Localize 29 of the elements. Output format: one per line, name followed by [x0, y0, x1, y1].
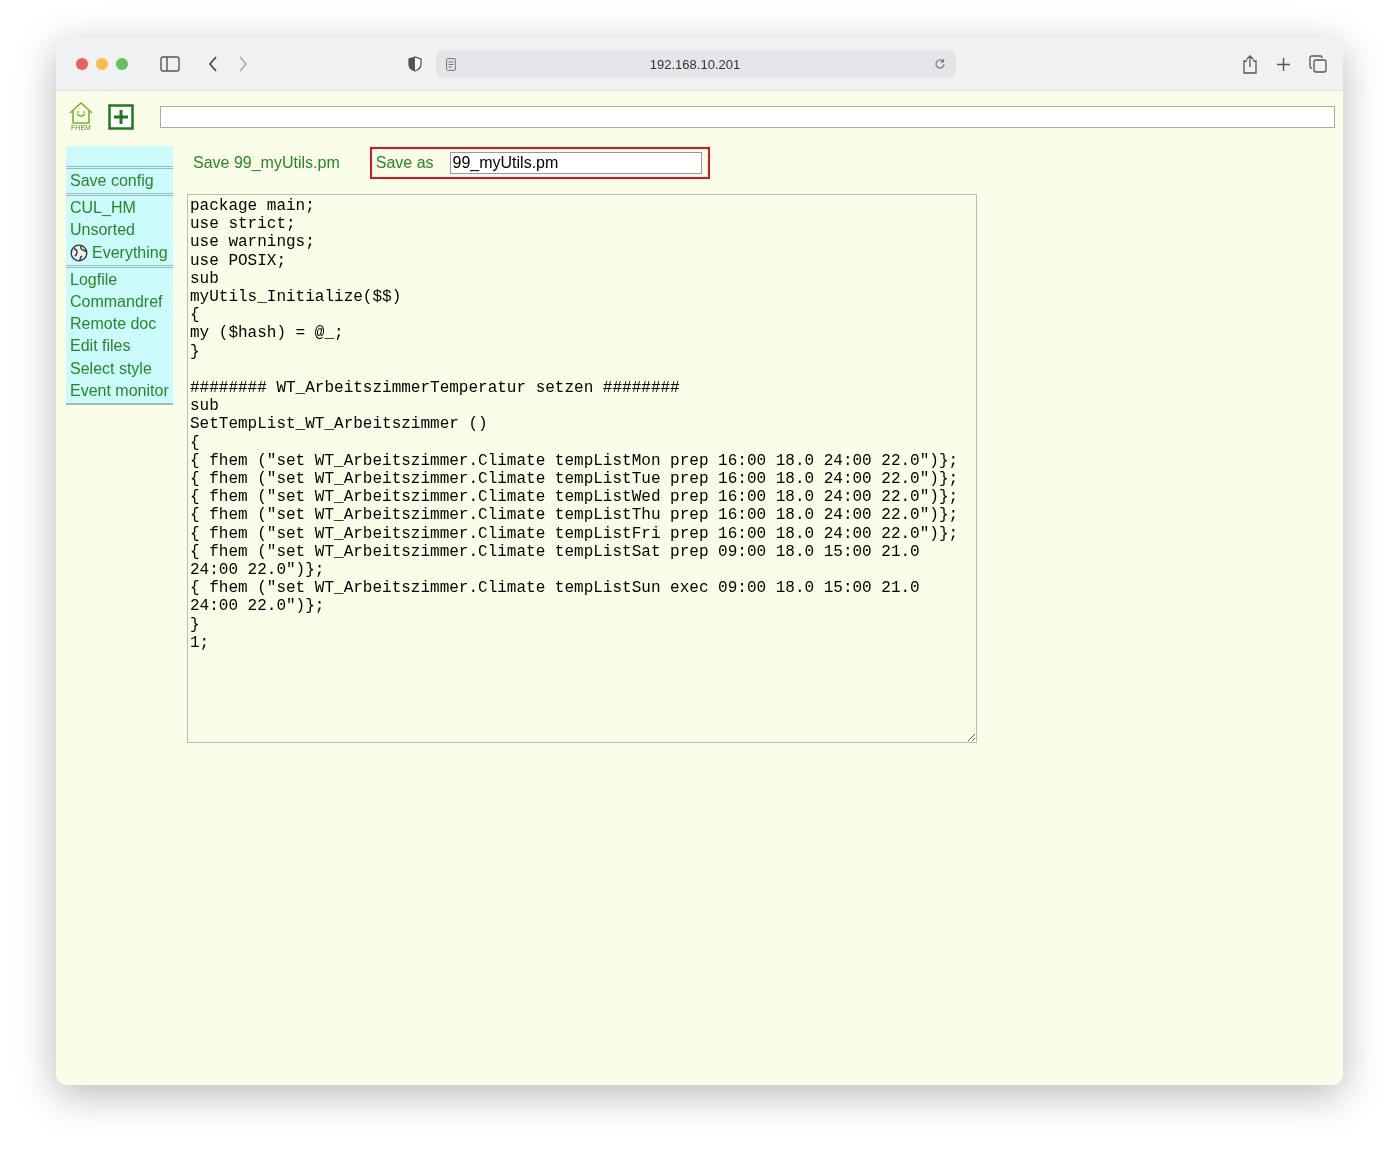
sidebar-link[interactable]: Commandref — [70, 291, 173, 314]
sidebar-link[interactable]: Logfile — [70, 268, 173, 291]
sidebar-link[interactable]: Event monitor — [70, 379, 173, 403]
close-window-button[interactable] — [76, 58, 88, 70]
sidebar-icon[interactable] — [160, 56, 180, 72]
url-text: 192.168.10.201 — [648, 56, 742, 72]
tabs-overview-icon[interactable] — [1309, 55, 1327, 73]
address-bar[interactable]: 192.168.10.201 — [436, 50, 956, 78]
share-icon[interactable] — [1242, 54, 1258, 74]
filename-field[interactable]: 99_myUtils.pm — [449, 152, 702, 174]
house-icon — [68, 102, 94, 124]
save-link[interactable]: Save 99_myUtils.pm — [193, 154, 340, 172]
globe-icon — [70, 243, 88, 262]
sidebar-link[interactable]: Unsorted — [70, 219, 173, 242]
save-as-link[interactable]: Save as — [375, 154, 434, 172]
page-icon — [446, 57, 456, 71]
command-field[interactable] — [160, 106, 1335, 128]
sidebar-link[interactable]: Everything — [92, 241, 168, 264]
sidebar-link[interactable]: Select style — [70, 357, 173, 380]
new-tab-icon[interactable] — [1276, 56, 1291, 72]
back-icon[interactable] — [208, 56, 218, 72]
sidebar-link[interactable]: Save config — [70, 170, 173, 193]
shield-icon[interactable] — [408, 56, 422, 72]
sidebar-link[interactable]: Remote doc — [70, 313, 173, 336]
add-icon[interactable] — [108, 104, 134, 130]
reload-icon[interactable] — [934, 58, 946, 70]
sidebar-link[interactable]: Edit files — [70, 335, 173, 358]
sidebar-link[interactable]: CUL_HM — [70, 197, 173, 220]
code-editor[interactable]: package main; use strict; use warnings; use POSIX; sub myUtils_Initialize($$) { my ($hash) = @_; } ######## WT_ArbeitszimmerTemperatur setzen ######## sub SetTempList_WT_Arbeitszimmer () { { fhem ("set WT_Arbeitszimmer.Climate tempListMon prep 16:00 18.0 24:00 22.0")}; { fhem ("set WT_Arbeitszimmer.Climate tempListTue prep 16:00 18.0 24:00 22.0")}; { fhem ("set WT_Arbeitszimmer.Climate tempListWed prep 16:00 18.0 24:00 22.0")}; { fhem ("set WT_Arbeitszimmer.Climate tempListThu prep 16:00 18.0 24:00 22.0")}; { fhem ("set WT_Arbeitszimmer.Climate tempListFri prep 16:00 18.0 24:00 22.0")}; { fhem ("set WT_Arbeitszimmer.Climate tempListSat prep 09:00 18.0 15:00 21.0 24:00 22.0")}; { fhem ("set WT_Arbeitszimmer.Climate tempListSun exec 09:00 18.0 15:00 21.0 24:00 22.0")}; } 1; — [187, 194, 977, 743]
